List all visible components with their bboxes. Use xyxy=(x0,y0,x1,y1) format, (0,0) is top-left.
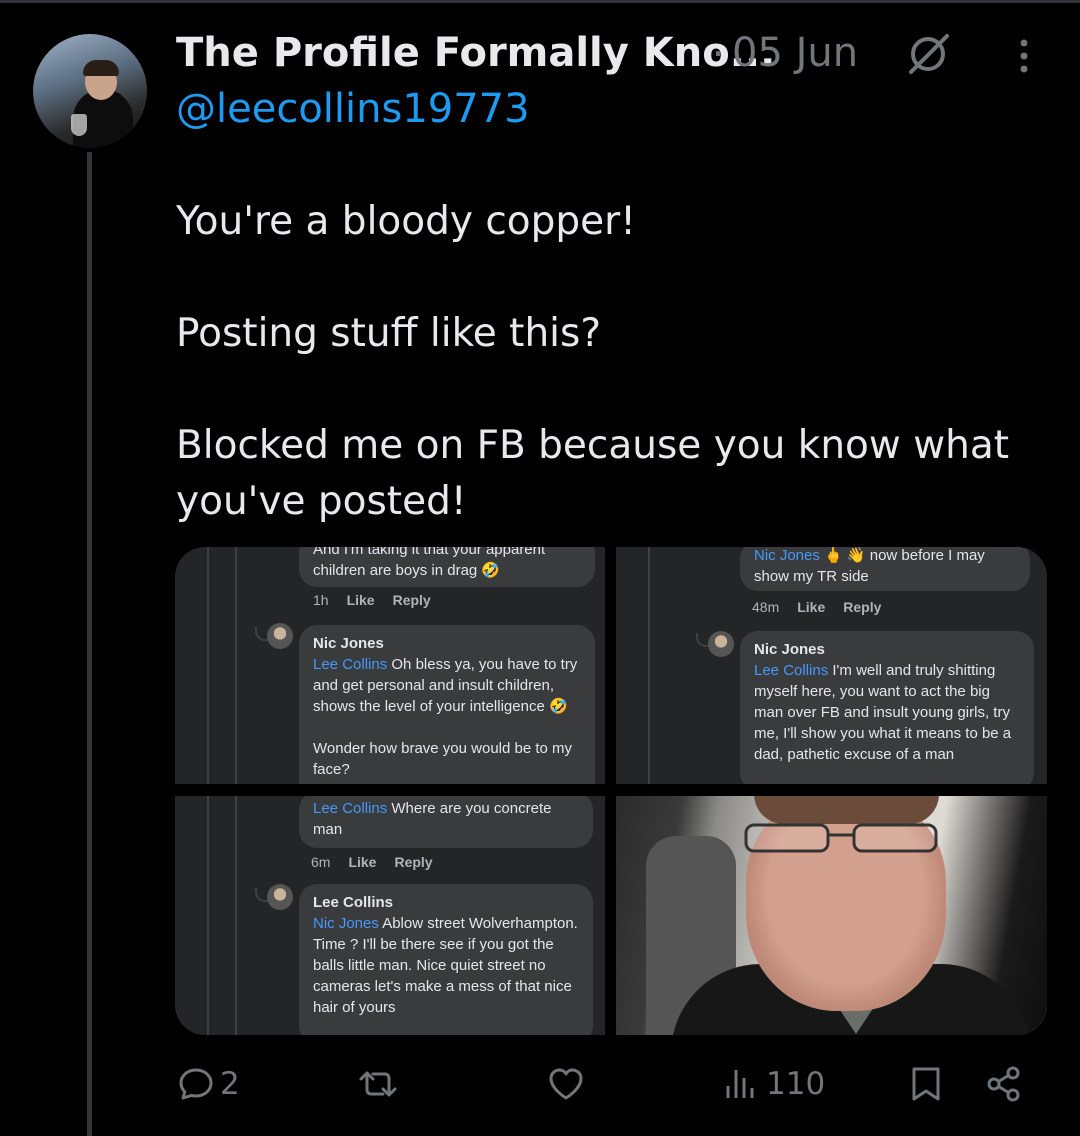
like-link[interactable]: Like xyxy=(797,599,825,615)
mention-tag: Lee Collins xyxy=(313,656,388,673)
media-grid[interactable]: And I'm taking it that your apparent chi… xyxy=(175,547,1047,1035)
mention-tag: Nic Jones xyxy=(313,915,379,932)
reply-button[interactable]: 2 xyxy=(176,1064,240,1104)
comment-text-2: Wonder how brave you would be to my face… xyxy=(313,740,573,778)
comment-time: 1h xyxy=(313,592,329,608)
top-divider xyxy=(0,0,1080,3)
repost-button[interactable] xyxy=(358,1064,402,1104)
post-date[interactable]: 05 Jun xyxy=(732,30,858,76)
like-link[interactable]: Like xyxy=(348,854,376,870)
views-count: 110 xyxy=(766,1066,826,1102)
man-hair xyxy=(754,796,939,824)
views-icon xyxy=(726,1070,754,1098)
comment-bubble: Nic Jones Lee Collins Oh bless ya, you h… xyxy=(299,625,595,784)
comment-bubble: Nic Jones Lee Collins I'm well and truly… xyxy=(740,631,1034,784)
comment-bubble: Nic Jones 🖕 👋 now before I may show my T… xyxy=(740,547,1030,591)
comment-bubble: Lee Collins Nic Jones Ablow street Wolve… xyxy=(299,884,593,1035)
bookmark-icon xyxy=(912,1067,940,1101)
reply-icon xyxy=(179,1068,213,1100)
reply-count: 2 xyxy=(220,1066,240,1102)
author-name[interactable]: The Profile Formally Kno... xyxy=(176,30,775,76)
mention-tag: Lee Collins xyxy=(754,662,829,679)
thread-line xyxy=(648,547,650,784)
like-button[interactable] xyxy=(546,1064,590,1104)
mention-tag: Nic Jones xyxy=(754,547,820,564)
repost-icon xyxy=(359,1071,397,1097)
more-options-icon[interactable] xyxy=(1004,36,1044,76)
comment-meta: 6m Like Reply xyxy=(311,854,433,870)
comment-bubble: Lee Collins Where are you concrete man xyxy=(299,796,593,848)
comment-meta: 1h Like Reply xyxy=(313,592,431,608)
mention-tag: Lee Collins xyxy=(313,800,388,817)
thread-line xyxy=(207,547,209,784)
comment-bubble: And I'm taking it that your apparent chi… xyxy=(299,547,595,587)
commenter-name: Nic Jones xyxy=(313,635,384,652)
avatar-glass xyxy=(71,114,87,136)
reply-link[interactable]: Reply xyxy=(393,592,431,608)
post-text: You're a bloody copper! Posting stuff li… xyxy=(176,194,1036,530)
comment-emoji: 🖕 👋 xyxy=(819,547,866,564)
thread-line xyxy=(235,547,237,784)
commenter-name: Lee Collins xyxy=(313,894,394,911)
comment-time: 48m xyxy=(752,599,780,615)
comment-time: 6m xyxy=(311,854,331,870)
glasses-icon xyxy=(744,823,938,853)
avatar[interactable] xyxy=(33,34,147,148)
thread-line xyxy=(207,796,209,1035)
bookmark-button[interactable] xyxy=(906,1064,946,1104)
grok-icon[interactable] xyxy=(905,31,951,77)
commenter-name: Nic Jones xyxy=(754,641,825,658)
author-handle[interactable]: @leecollins19773 xyxy=(176,86,530,132)
header-separator: · xyxy=(712,32,725,76)
reply-link[interactable]: Reply xyxy=(394,854,432,870)
screenshot-tile-3[interactable]: Lee Collins Where are you concrete man 6… xyxy=(175,796,605,1035)
post-line-1: You're a bloody copper! xyxy=(176,199,636,244)
comment-text: And I'm taking it that your apparent chi… xyxy=(313,547,546,579)
views-button[interactable]: 110 xyxy=(722,1064,825,1104)
share-icon xyxy=(987,1066,1020,1102)
post-line-2: Posting stuff like this? xyxy=(176,311,602,356)
share-button[interactable] xyxy=(984,1064,1024,1104)
heart-icon xyxy=(549,1068,583,1100)
commenter-avatar xyxy=(267,884,293,910)
post-line-3: Blocked me on FB because you know what y… xyxy=(176,423,1010,524)
thread-line xyxy=(235,796,237,1035)
screenshot-tile-2[interactable]: Nic Jones 🖕 👋 now before I may show my T… xyxy=(616,547,1047,784)
like-link[interactable]: Like xyxy=(347,592,375,608)
screenshot-tile-1[interactable]: And I'm taking it that your apparent chi… xyxy=(175,547,605,784)
avatar-hair xyxy=(83,60,119,76)
comment-meta: 48m Like Reply xyxy=(752,599,881,615)
thread-connector-line xyxy=(87,152,92,1136)
reply-link[interactable]: Reply xyxy=(843,599,881,615)
selfie-photo[interactable] xyxy=(616,796,1047,1035)
commenter-avatar xyxy=(267,623,293,649)
commenter-avatar xyxy=(708,631,734,657)
